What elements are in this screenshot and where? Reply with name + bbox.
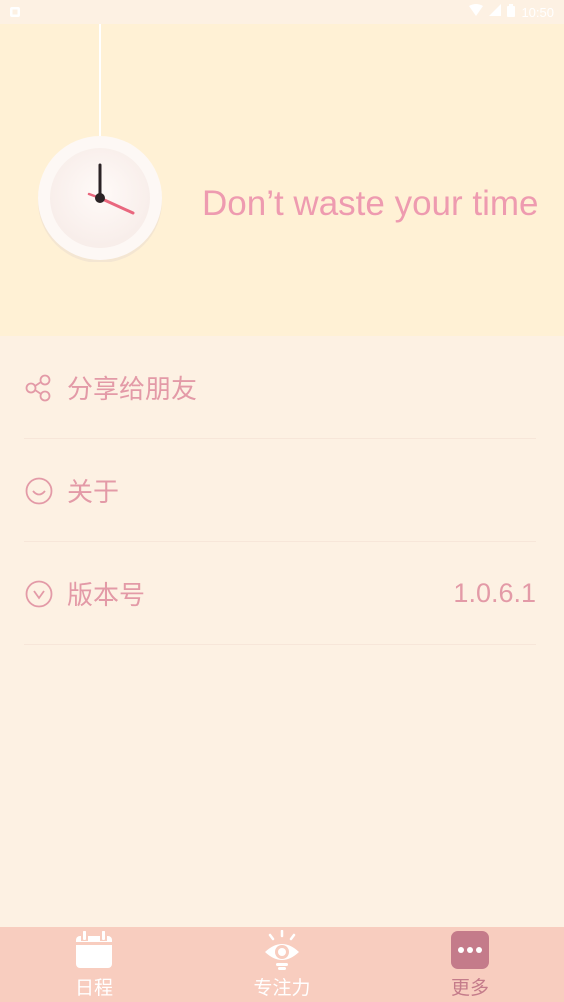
smile-icon	[24, 476, 54, 506]
eye-icon	[262, 929, 302, 971]
chevron-circle-icon	[24, 579, 54, 609]
notification-icon	[10, 6, 22, 18]
clock-string	[99, 24, 101, 138]
status-time: 10:50	[521, 4, 554, 20]
share-item[interactable]: 分享给朋友	[0, 336, 564, 439]
battery-icon	[507, 3, 516, 21]
tab-more[interactable]: 更多	[376, 927, 564, 1002]
tab-schedule[interactable]: 日程	[0, 927, 188, 1002]
signal-icon	[489, 4, 502, 20]
tab-schedule-label: 日程	[74, 977, 113, 999]
clock-icon	[37, 136, 163, 263]
version-label: 版本号	[67, 581, 146, 611]
tab-focus[interactable]: 专注力	[188, 927, 376, 1002]
version-item[interactable]: 版本号 1.0.6.1	[0, 542, 564, 645]
share-icon	[24, 373, 54, 403]
bottom-nav: 日程 专注力 更多	[0, 927, 564, 1002]
more-icon	[450, 929, 490, 971]
about-item[interactable]: 关于	[0, 439, 564, 542]
wifi-icon	[469, 4, 484, 20]
about-label: 关于	[67, 478, 120, 508]
version-value: 1.0.6.1	[453, 578, 536, 608]
motto-text: Don’t waste your time	[202, 184, 539, 223]
tab-focus-label: 专注力	[253, 977, 311, 999]
share-label: 分享给朋友	[67, 375, 198, 405]
status-bar: 10:50	[0, 0, 564, 24]
tab-more-label: 更多	[450, 977, 489, 999]
header-banner: Don’t waste your time	[0, 24, 564, 336]
settings-list: 分享给朋友 关于 版本号 1.0.6.1	[0, 336, 564, 645]
calendar-icon	[74, 929, 114, 971]
status-indicators: 10:50	[469, 3, 554, 21]
